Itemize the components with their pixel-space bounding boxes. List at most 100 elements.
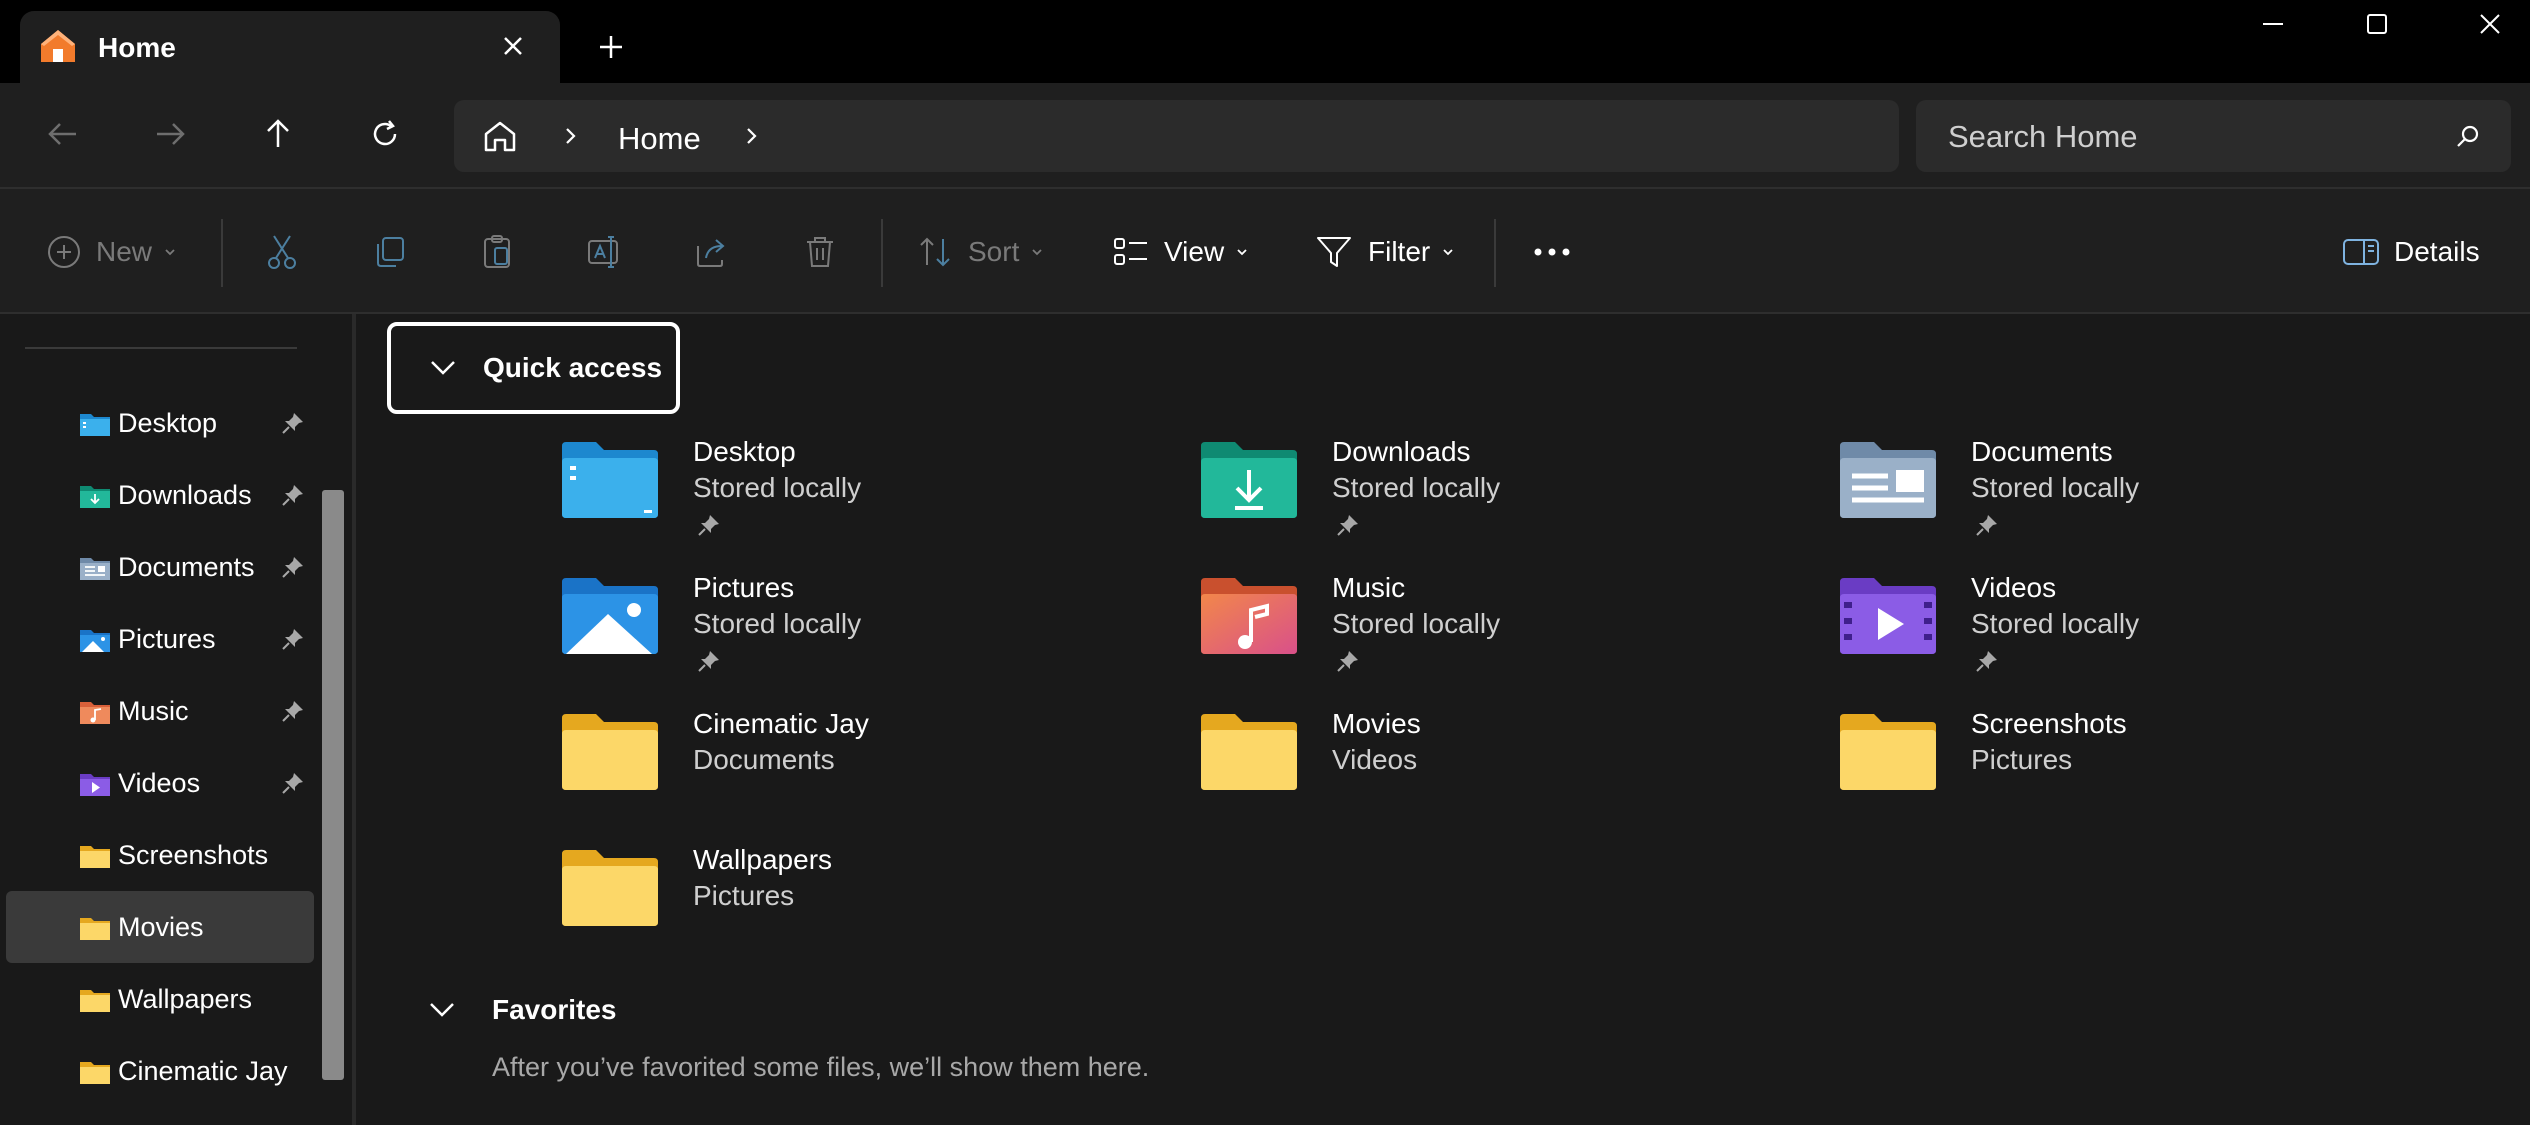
search-input[interactable] — [1948, 119, 2428, 155]
folder-icon — [562, 850, 658, 926]
folder-icon — [80, 918, 110, 940]
close-icon[interactable] — [495, 28, 531, 64]
details-label: Details — [2394, 236, 2480, 267]
folder-icon — [80, 1062, 110, 1084]
pin-icon[interactable] — [280, 482, 306, 508]
share-icon — [697, 239, 725, 267]
downloads-folder-icon — [80, 486, 110, 508]
refresh-icon[interactable] — [360, 109, 410, 159]
sidebar-item-downloads[interactable]: Downloads — [6, 459, 314, 531]
quick-access-item-desktop[interactable]: Desktop Stored locally — [560, 434, 1160, 564]
sidebar-item-wallpapers[interactable]: Wallpapers — [6, 963, 314, 1035]
quick-access-item-videos[interactable]: Videos Stored locally — [1838, 570, 2438, 700]
home-icon — [41, 30, 75, 62]
pin-icon — [1337, 651, 1358, 672]
details-button[interactable]: Details — [2342, 227, 2480, 277]
sidebar-item-movies[interactable]: Movies — [6, 891, 314, 963]
command-bar: New Sort View Filter Details — [0, 187, 2530, 312]
divider — [25, 347, 297, 349]
plus-icon[interactable] — [592, 28, 630, 66]
toolbar-separator — [221, 219, 223, 287]
view-label: View — [1164, 236, 1225, 267]
filter-button[interactable]: Filter — [1314, 227, 1456, 277]
maximize-icon[interactable] — [2327, 0, 2427, 50]
view-button[interactable]: View — [1112, 227, 1250, 277]
quick-access-item-downloads[interactable]: Downloads Stored locally — [1199, 434, 1799, 564]
quick-access-header[interactable]: Quick access — [387, 322, 680, 414]
cut-button[interactable] — [262, 227, 302, 277]
forward-arrow-icon[interactable] — [145, 109, 195, 159]
plus-circle-icon — [48, 236, 80, 268]
copy-button[interactable] — [370, 227, 410, 277]
tab-home[interactable]: Home — [20, 11, 560, 83]
folder-icon — [80, 990, 110, 1012]
pin-icon — [1976, 651, 1997, 672]
back-arrow-icon[interactable] — [38, 109, 88, 159]
chevron-down-icon — [1032, 249, 1042, 256]
paste-button[interactable] — [477, 227, 517, 277]
sidebar-item-screenshots[interactable]: Screenshots — [6, 819, 314, 891]
breadcrumb-home[interactable]: Home — [618, 121, 701, 157]
sidebar-item-videos[interactable]: Videos — [6, 747, 314, 819]
sidebar-item-music[interactable]: Music — [6, 675, 314, 747]
sidebar-item-desktop[interactable]: Desktop — [6, 387, 314, 459]
new-button[interactable]: New — [46, 227, 178, 277]
address-bar[interactable]: Home — [454, 100, 1899, 172]
filter-label: Filter — [1368, 236, 1431, 267]
pin-icon[interactable] — [280, 410, 306, 436]
home-icon[interactable] — [479, 116, 521, 156]
chevron-right-icon[interactable] — [558, 124, 582, 148]
sidebar-item-cinematic-jay[interactable]: Cinematic Jay — [6, 1035, 314, 1107]
search-box[interactable] — [1916, 100, 2511, 172]
quick-access-item-music[interactable]: Music Stored locally — [1199, 570, 1799, 700]
desktop-folder-icon — [562, 442, 658, 518]
pin-icon[interactable] — [280, 698, 306, 724]
chevron-down-icon — [431, 361, 455, 375]
favorites-header[interactable]: Favorites — [492, 994, 617, 1026]
up-arrow-icon[interactable] — [253, 109, 303, 159]
chevron-right-icon[interactable] — [739, 124, 763, 148]
quick-access-item-screenshots[interactable]: Screenshots Pictures — [1838, 706, 2438, 836]
scrollbar-thumb[interactable] — [322, 490, 344, 1080]
rename-button[interactable] — [584, 227, 624, 277]
pictures-folder-icon — [80, 630, 110, 652]
pin-icon — [1337, 515, 1358, 536]
minimize-icon[interactable] — [2223, 0, 2323, 50]
chevron-down-icon[interactable] — [426, 998, 458, 1022]
pictures-folder-icon — [562, 578, 658, 654]
chevron-down-icon — [1443, 249, 1453, 256]
pin-icon[interactable] — [280, 626, 306, 652]
sort-button[interactable]: Sort — [916, 227, 1045, 277]
chevron-down-icon — [165, 249, 175, 256]
documents-folder-icon — [80, 558, 110, 580]
pin-icon[interactable] — [280, 770, 306, 796]
downloads-folder-icon — [1201, 442, 1297, 518]
more-options-button[interactable] — [1530, 227, 1574, 277]
trash-icon — [807, 237, 833, 267]
pin-icon[interactable] — [280, 554, 306, 580]
folder-icon — [1201, 714, 1297, 790]
quick-access-item-cinematic-jay[interactable]: Cinematic Jay Documents — [560, 706, 1160, 836]
share-button[interactable] — [692, 227, 732, 277]
scissors-icon — [268, 235, 296, 269]
search-icon[interactable] — [2453, 122, 2483, 152]
pin-icon — [698, 651, 719, 672]
clipboard-icon — [484, 235, 510, 268]
window-close-icon[interactable] — [2430, 0, 2530, 50]
filter-icon — [1317, 237, 1351, 267]
sidebar-item-documents[interactable]: Documents — [6, 531, 314, 603]
toolbar-separator — [881, 219, 883, 287]
quick-access-item-documents[interactable]: Documents Stored locally — [1838, 434, 2438, 564]
sort-icon — [920, 237, 950, 267]
tab-title: Home — [98, 32, 176, 63]
sidebar-scrollbar[interactable] — [322, 490, 344, 1080]
main-content: Quick access Desktop Stored locally Down… — [356, 314, 2530, 1125]
sidebar-item-pictures[interactable]: Pictures — [6, 603, 314, 675]
more-icon — [1534, 248, 1570, 256]
favorites-empty-message: After you’ve favorited some files, we’ll… — [492, 1052, 1150, 1082]
delete-button[interactable] — [800, 227, 840, 277]
toolbar-separator — [1494, 219, 1496, 287]
quick-access-item-pictures[interactable]: Pictures Stored locally — [560, 570, 1160, 700]
quick-access-item-wallpapers[interactable]: Wallpapers Pictures — [560, 842, 1160, 972]
quick-access-item-movies[interactable]: Movies Videos — [1199, 706, 1799, 836]
